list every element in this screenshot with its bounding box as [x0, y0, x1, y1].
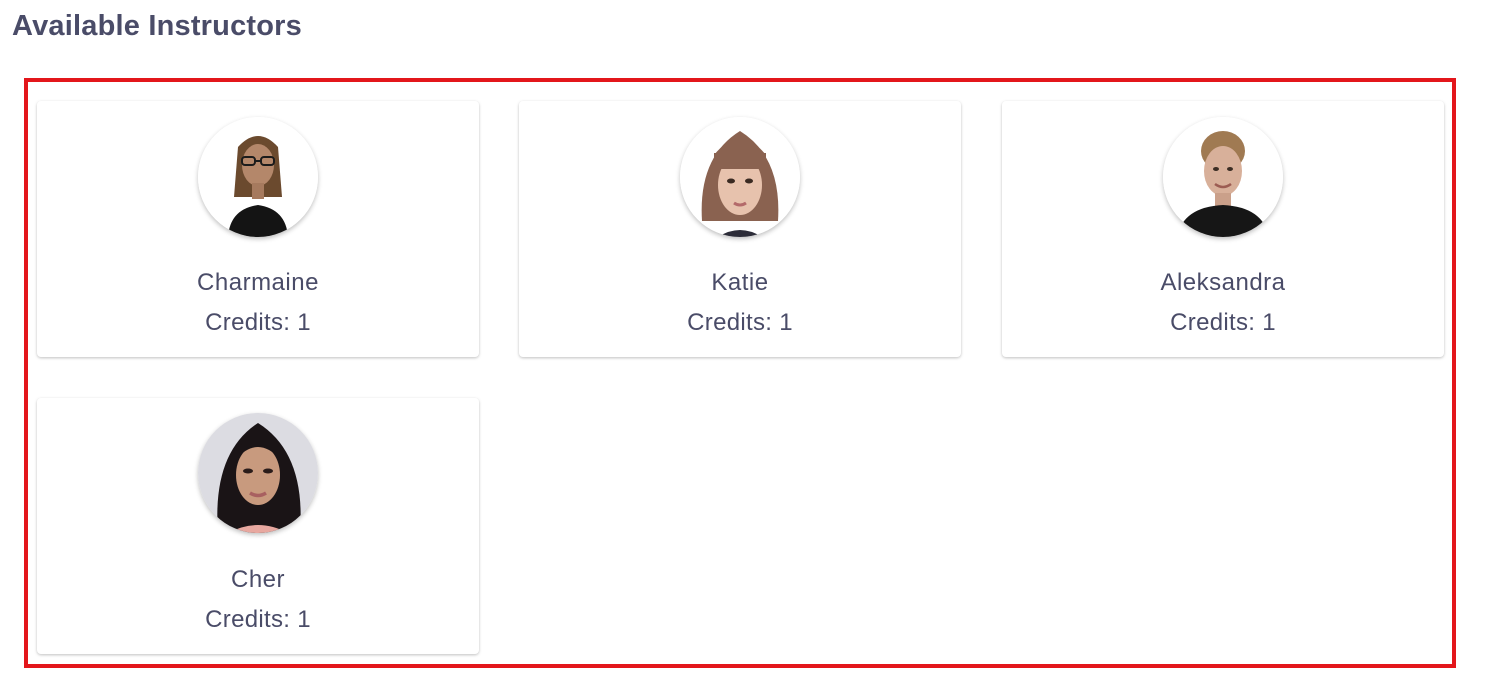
instructor-avatar — [1163, 117, 1283, 237]
instructor-name: Charmaine — [197, 269, 319, 296]
instructor-card-aleksandra[interactable]: Aleksandra Credits: 1 — [1002, 101, 1444, 357]
instructor-avatar — [198, 117, 318, 237]
instructor-credits: Credits: 1 — [1170, 309, 1276, 336]
instructor-avatar — [198, 413, 318, 533]
instructor-credits: Credits: 1 — [205, 606, 311, 633]
avatar-photo-katie — [680, 117, 800, 237]
instructor-card-cher[interactable]: Cher Credits: 1 — [37, 398, 479, 654]
instructor-credits: Credits: 1 — [687, 309, 793, 336]
avatar-photo-cher — [198, 413, 318, 533]
avatar-photo-aleksandra — [1163, 117, 1283, 237]
instructor-card-katie[interactable]: Katie Credits: 1 — [519, 101, 961, 357]
page-title: Available Instructors — [12, 10, 302, 42]
avatar-photo-charmaine — [198, 117, 318, 237]
instructor-name: Katie — [711, 269, 769, 296]
instructor-credits: Credits: 1 — [205, 309, 311, 336]
instructor-name: Cher — [230, 566, 286, 593]
instructor-card-charmaine[interactable]: Charmaine Credits: 1 — [37, 101, 479, 357]
instructor-avatar — [680, 117, 800, 237]
instructor-name: Aleksandra — [1160, 269, 1286, 296]
